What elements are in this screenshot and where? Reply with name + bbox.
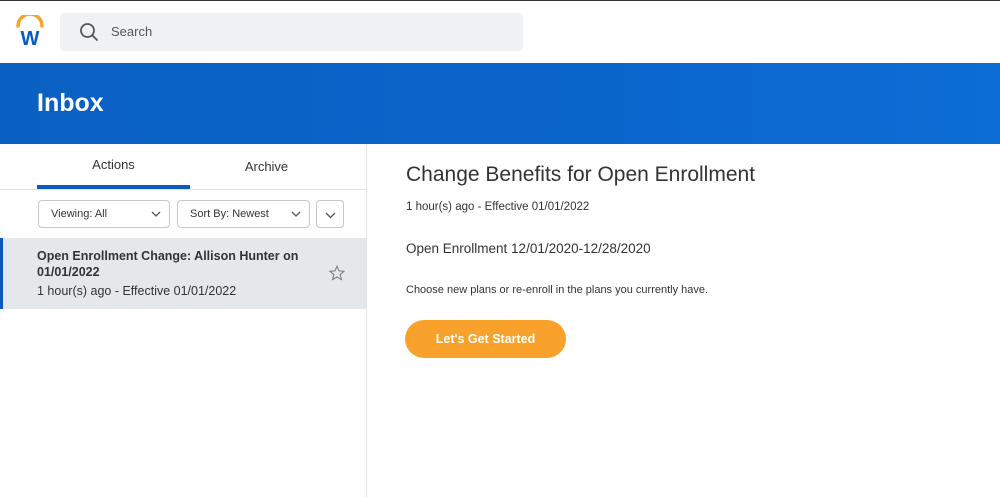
chevron-down-icon (291, 209, 301, 219)
sort-by-label: Sort By: (190, 208, 230, 220)
more-options-button[interactable] (316, 200, 344, 228)
viewing-filter-select[interactable]: Viewing: All (38, 200, 170, 228)
sort-by-value: Newest (232, 208, 269, 220)
detail-title: Change Benefits for Open Enrollment (406, 163, 756, 186)
sort-by-select[interactable]: Sort By: Newest (177, 200, 310, 228)
page-header: Inbox (0, 63, 1000, 144)
inbox-list-panel: Actions Archive Viewing: All Sort By: Ne… (0, 144, 367, 497)
search-placeholder: Search (111, 24, 153, 39)
search-input[interactable]: Search (60, 13, 523, 51)
workday-logo-icon[interactable]: W (15, 12, 45, 50)
tab-divider (0, 189, 366, 190)
page-title: Inbox (37, 89, 104, 117)
chevron-down-icon (151, 209, 161, 219)
inbox-list-item[interactable]: Open Enrollment Change: Allison Hunter o… (0, 238, 366, 309)
detail-subtitle: 1 hour(s) ago - Effective 01/01/2022 (406, 201, 590, 213)
inbox-item-title: Open Enrollment Change: Allison Hunter o… (37, 249, 299, 279)
search-icon (79, 22, 99, 42)
svg-text:W: W (21, 28, 40, 47)
enrollment-period: Open Enrollment 12/01/2020-12/28/2020 (406, 241, 651, 256)
detail-description: Choose new plans or re-enroll in the pla… (406, 284, 709, 296)
inbox-item-subtitle: 1 hour(s) ago - Effective 01/01/2022 (37, 284, 237, 298)
lets-get-started-button[interactable]: Let's Get Started (405, 320, 566, 358)
tab-archive[interactable]: Archive (190, 144, 343, 189)
star-icon[interactable] (328, 264, 346, 281)
viewing-filter-label: Viewing: (51, 208, 93, 220)
chevron-down-icon (325, 212, 336, 219)
top-bar: W Search (0, 1, 1000, 62)
tab-actions[interactable]: Actions (37, 144, 190, 189)
viewing-filter-value: All (94, 208, 108, 220)
